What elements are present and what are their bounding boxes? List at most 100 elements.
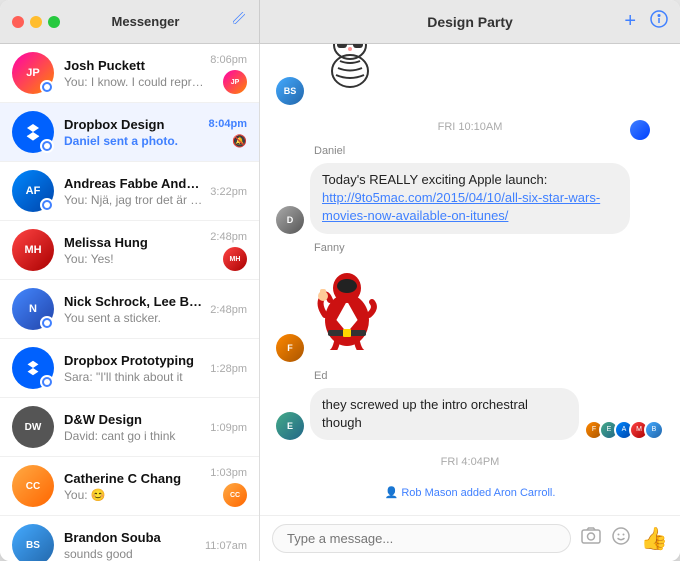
conv-meta: 3:22pm <box>204 184 247 198</box>
message-bubble: Today's REALLY exciting Apple launch: ht… <box>310 163 630 234</box>
chat-actions: + <box>624 10 668 33</box>
conv-preview: You sent a sticker. <box>64 311 204 325</box>
read-receipt: MH <box>223 247 247 271</box>
messenger-title: Messenger <box>68 14 223 29</box>
sender-label: Fanny <box>314 242 664 254</box>
conversation-item[interactable]: N Nick Schrock, Lee Byron, ... You sent … <box>0 280 259 339</box>
read-receipt: CC <box>223 483 247 507</box>
conv-preview: You: 😊 <box>64 488 204 502</box>
sender-label: Daniel <box>314 145 664 157</box>
read-receipt: JP <box>223 70 247 94</box>
conversation-item[interactable]: Dropbox Design Daniel sent a photo. 8:04… <box>0 103 259 162</box>
conv-meta: 8:04pm 🔕 <box>202 116 247 148</box>
conv-time: 1:03pm <box>210 467 247 479</box>
conv-preview: You: Yes! <box>64 252 204 266</box>
avatar-wrap <box>12 111 54 153</box>
conv-meta: 1:03pm CC <box>204 465 247 507</box>
conversation-item[interactable]: MH Melissa Hung You: Yes! 2:48pm MH <box>0 221 259 280</box>
conv-info: Dropbox Prototyping Sara: "I'll think ab… <box>64 353 204 384</box>
conversation-item[interactable]: Dropbox Prototyping Sara: "I'll think ab… <box>0 339 259 398</box>
online-badge <box>40 375 54 389</box>
minimize-button[interactable] <box>30 16 42 28</box>
app-window: Messenger Design Party + <box>0 0 680 561</box>
online-badge <box>40 198 54 212</box>
conv-info: Josh Puckett You: I know. I could reprod… <box>64 58 204 89</box>
conv-time: 3:22pm <box>210 186 247 198</box>
system-message: 👤 Rob Mason added Aron Carroll. <box>276 486 664 499</box>
conv-time: 11:07am <box>205 540 247 552</box>
online-badge <box>40 316 54 330</box>
conv-name: Dropbox Prototyping <box>64 353 204 368</box>
title-bar-right: Design Party + <box>260 0 680 43</box>
msg-avatar: BS <box>276 77 304 105</box>
conv-info: D&W Design David: cant go i think <box>64 412 204 443</box>
conv-preview: David: cant go i think <box>64 429 204 443</box>
conv-time: 8:06pm <box>210 54 247 66</box>
avatar: CC <box>12 465 54 507</box>
avatar: MH <box>12 229 54 271</box>
conv-meta: 8:06pm JP <box>204 52 247 94</box>
compose-icon[interactable] <box>231 11 247 32</box>
avatar-wrap: DW <box>12 406 54 448</box>
chat-area: M E 👍 Brandon BS <box>260 44 680 561</box>
system-msg-text: Rob Mason added Aron Carroll. <box>401 487 555 499</box>
conv-name: Dropbox Design <box>64 117 202 132</box>
conv-name: Brandon Souba <box>64 530 199 545</box>
sidebar: JP Josh Puckett You: I know. I could rep… <box>0 44 260 561</box>
mute-icon: 🔕 <box>232 134 247 148</box>
conv-info: Dropbox Design Daniel sent a photo. <box>64 117 202 148</box>
conversation-item[interactable]: CC Catherine C Chang You: 😊 1:03pm CC <box>0 457 259 516</box>
msg-avatar: E <box>276 412 304 440</box>
message-row: BS <box>276 44 664 105</box>
chat-messages: M E 👍 Brandon BS <box>260 44 680 515</box>
traffic-lights <box>12 16 60 28</box>
avatar-wrap: N <box>12 288 54 330</box>
message-input[interactable] <box>272 524 571 553</box>
conv-preview: You: I know. I could reproduce. I h... <box>64 75 204 89</box>
photo-icon[interactable] <box>581 526 601 552</box>
conv-name: Catherine C Chang <box>64 471 204 486</box>
conv-meta: 11:07am <box>199 538 247 552</box>
maximize-button[interactable] <box>48 16 60 28</box>
conv-preview: You: Njä, jag tror det är lugnt efter... <box>64 193 204 207</box>
conv-meta: 2:48pm MH <box>204 229 247 271</box>
conv-info: Catherine C Chang You: 😊 <box>64 471 204 502</box>
close-button[interactable] <box>12 16 24 28</box>
conversation-item[interactable]: BS Brandon Souba sounds good 11:07am <box>0 516 259 561</box>
avatar: BS <box>12 524 54 561</box>
conv-meta: 1:09pm <box>204 420 247 434</box>
conversation-item[interactable]: JP Josh Puckett You: I know. I could rep… <box>0 44 259 103</box>
info-button[interactable] <box>650 10 668 33</box>
reaction-av-5: B <box>644 420 664 440</box>
add-participant-button[interactable]: + <box>624 10 636 33</box>
main-content: JP Josh Puckett You: I know. I could rep… <box>0 44 680 561</box>
online-badge <box>40 139 54 153</box>
conv-name: Nick Schrock, Lee Byron, ... <box>64 294 204 309</box>
conv-info: Melissa Hung You: Yes! <box>64 235 204 266</box>
chat-input-area: 👍 <box>260 515 680 561</box>
conv-info: Brandon Souba sounds good <box>64 530 199 561</box>
conv-name: Melissa Hung <box>64 235 204 250</box>
avatar-wrap: BS <box>12 524 54 561</box>
message-row: F <box>276 260 664 362</box>
message-link[interactable]: http://9to5mac.com/2015/04/10/all-six-st… <box>322 190 600 223</box>
chat-title: Design Party <box>427 14 513 30</box>
person-icon: 👤 <box>385 487 399 499</box>
avatar-wrap: MH <box>12 229 54 271</box>
conv-time: 1:09pm <box>210 422 247 434</box>
msg-avatar: F <box>276 334 304 362</box>
conv-preview: Daniel sent a photo. <box>64 134 202 148</box>
avatar-wrap: JP <box>12 52 54 94</box>
online-badge <box>40 80 54 94</box>
conv-name: Andreas Fabbe Andersson <box>64 176 204 191</box>
conv-name: D&W Design <box>64 412 204 427</box>
conversation-item[interactable]: DW D&W Design David: cant go i think 1:0… <box>0 398 259 457</box>
like-button[interactable]: 👍 <box>641 526 668 552</box>
emoji-icon[interactable] <box>611 526 631 552</box>
conversation-item[interactable]: AF Andreas Fabbe Andersson You: Njä, jag… <box>0 162 259 221</box>
conv-time: 8:04pm <box>208 118 247 130</box>
title-bar: Messenger Design Party + <box>0 0 680 44</box>
conv-info: Nick Schrock, Lee Byron, ... You sent a … <box>64 294 204 325</box>
msg-avatar: D <box>276 206 304 234</box>
bunny-sticker <box>310 44 390 105</box>
